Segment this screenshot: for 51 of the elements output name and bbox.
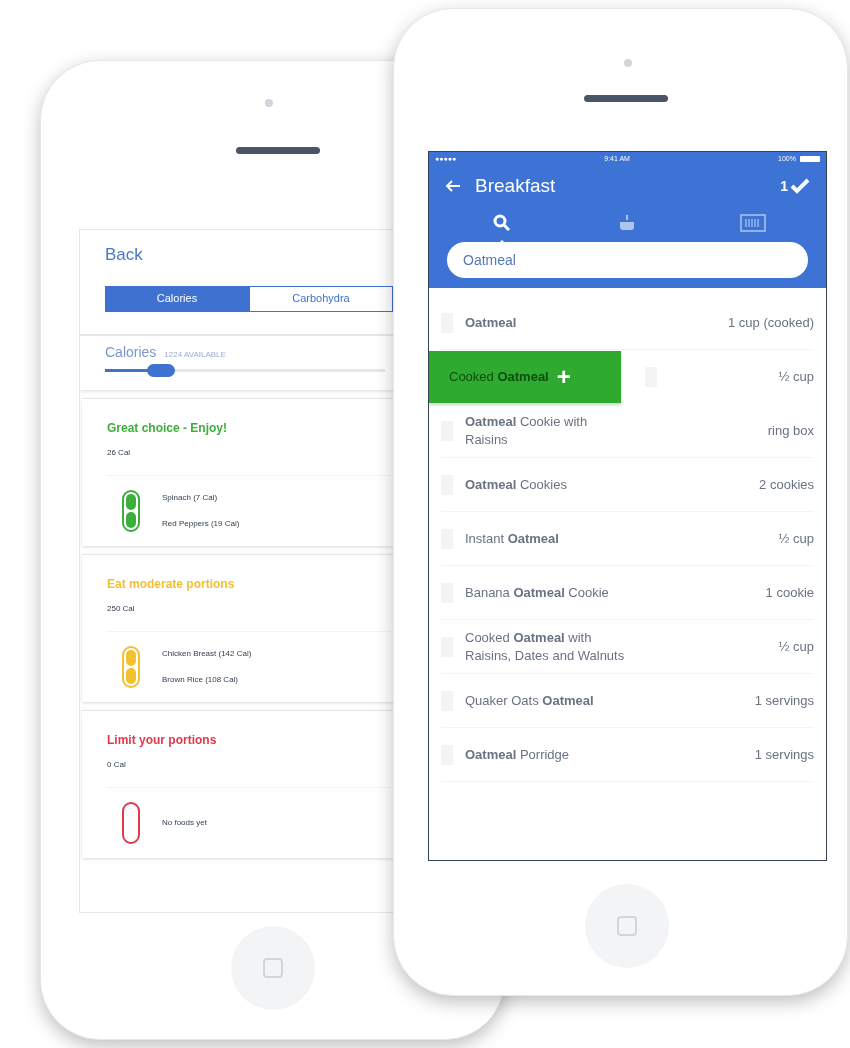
serving-size: ring box [767,421,814,440]
food-name[interactable]: Oatmeal Cookies [465,475,625,494]
add-swipe-action[interactable]: Cooked Oatmeal + [429,351,621,403]
food-name[interactable]: Quaker Oats Oatmeal [465,691,625,710]
serving-size: ½ cup [778,368,814,387]
square-icon [617,916,637,936]
segment-tab[interactable]: Carbohydra [249,285,393,312]
slider-thumb[interactable] [147,363,175,377]
serving-size: ½ cup [778,637,814,656]
square-icon [263,958,283,978]
serving-size: 2 cookies [759,475,814,494]
group-title: Eat moderate portions [107,575,236,593]
serving-size: 1 servings [754,691,814,710]
food-item: Chicken Breast (142 Cal) [162,647,252,660]
back-arrow-icon[interactable] [445,179,461,193]
food-name[interactable]: Oatmeal Porridge [465,745,625,764]
back-link[interactable]: Back [105,242,393,268]
food-name[interactable]: Instant Oatmeal [465,529,625,548]
meter-pill [122,489,140,532]
food-item: Red Peppers (19 Cal) [162,517,240,530]
food-item: Spinach (7 Cal) [162,491,219,504]
available-label: 1224 AVAILABLE [164,348,226,361]
food-item: Brown Rice (108 Cal) [162,673,240,686]
serving-size: 1 servings [754,745,814,764]
search-field[interactable]: Oatmeal [447,242,808,278]
bowl-icon [618,214,637,232]
group-total: 250 Cal [107,602,136,615]
serving-size: 1 cookie [765,583,814,602]
group-total: 0 Cal [107,758,127,771]
food-name[interactable]: Oatmeal [465,313,625,332]
group-title: Great choice - Enjoy! [107,419,229,437]
group-title: Limit your portions [107,731,218,749]
plus-sign: + [556,362,571,392]
meter-pill [122,801,140,844]
serving-size: 1 cup (cooked) [728,313,814,332]
search-icon [492,214,511,232]
group-total: 26 Cal [107,446,132,459]
food-name[interactable]: Banana Oatmeal Cookie [465,583,625,602]
barcode-icon [740,214,767,232]
empty-text: No foods yet [162,816,207,829]
selected-count: 1 [780,176,788,196]
segment-tab[interactable]: Calories [105,285,249,312]
check-icon[interactable] [790,178,810,194]
screen-title: Breakfast [475,173,557,198]
battery-icon [800,156,820,162]
food-name[interactable]: Oatmeal Cookie with Raisins [465,412,625,449]
serving-size: ½ cup [778,529,814,548]
food-name: Cooked Oatmeal [449,368,549,387]
meter-pill [122,645,140,688]
food-name[interactable]: Cooked Oatmeal with Raisins, Dates and Walnuts [465,628,625,665]
calories-title: Calories [105,342,157,362]
